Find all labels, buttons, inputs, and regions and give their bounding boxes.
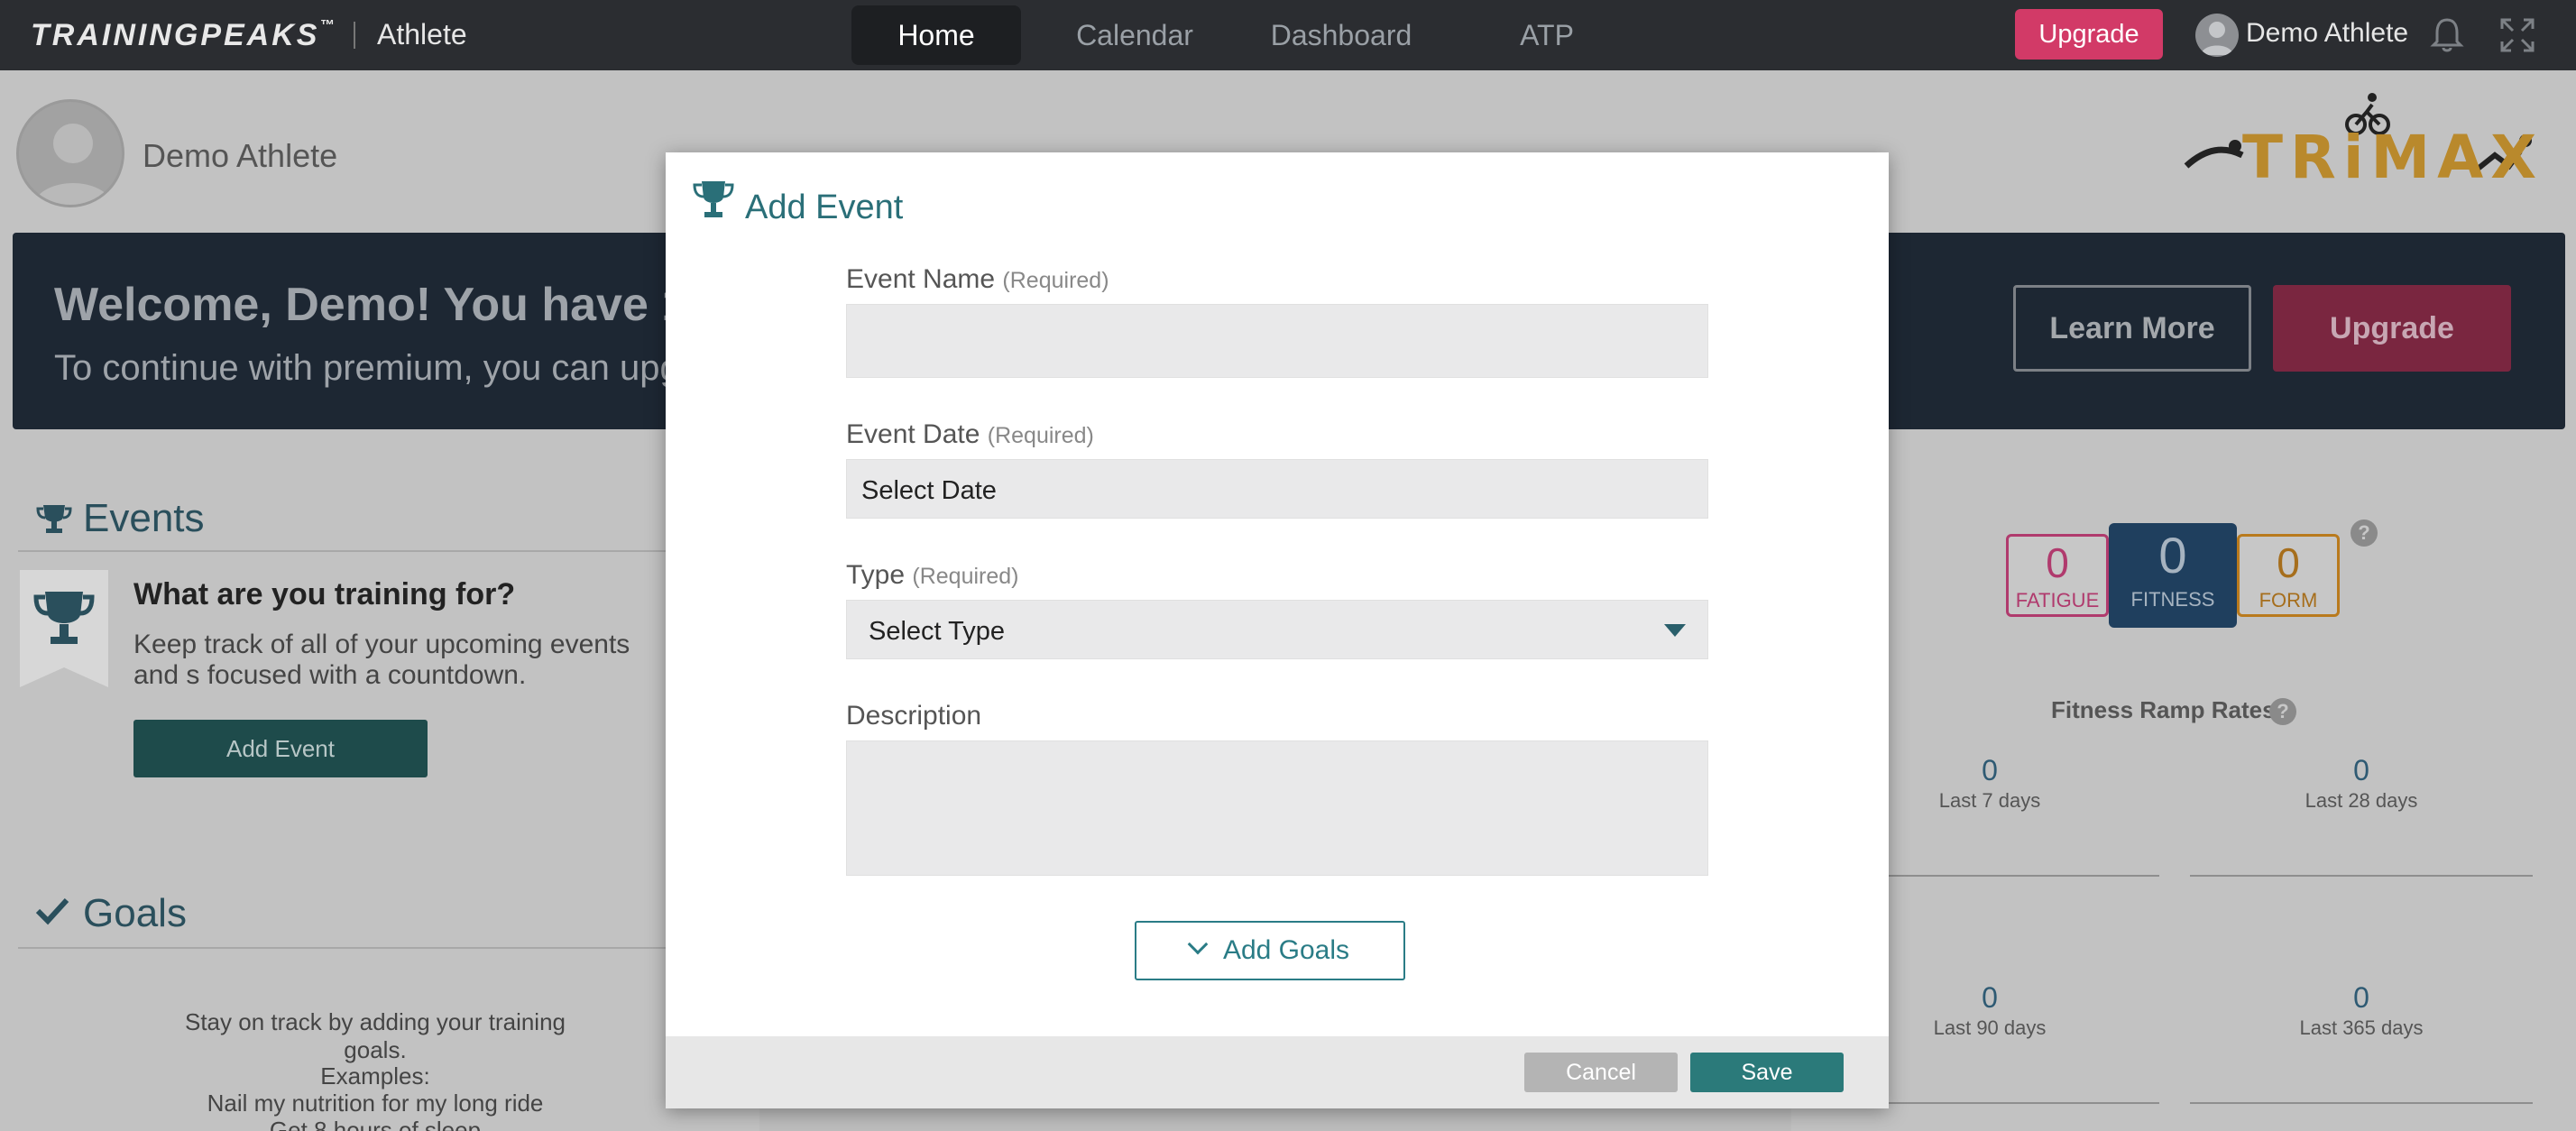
sponsor-logo-text: TRiMAX [2242,123,2544,192]
upgrade-button[interactable]: Upgrade [2015,9,2163,60]
goals-divider [18,947,667,949]
form-value: 0 [2277,539,2300,586]
banner-upgrade-button[interactable]: Upgrade [2273,285,2511,372]
context-label: Athlete [377,18,467,51]
ramp-divider [2190,875,2533,877]
goals-intro: Stay on track by adding your training go… [184,1008,566,1063]
fatigue-value: 0 [2046,539,2069,586]
ramp-title: Fitness Ramp Rates [2051,696,2276,723]
fatigue-tile: 0 FATIGUE [2006,534,2109,617]
ramp-label: Last 28 days [2305,789,2418,812]
modal-title: Add Event [745,188,904,226]
ramp-365-days: 0 Last 365 days [2208,981,2515,1040]
ramp-divider [1889,875,2159,877]
event-name-input[interactable] [846,304,1708,378]
event-date-input[interactable]: Select Date [846,459,1708,519]
learn-more-button[interactable]: Learn More [2013,285,2251,372]
chevron-down-icon [1664,624,1686,637]
fitness-label: FITNESS [2130,588,2215,611]
goals-check-icon [34,895,70,932]
banner-subtitle: To continue with premium, you can upgrad [54,348,732,388]
type-label: Type (Required) [846,560,1019,590]
tab-atp[interactable]: ATP [1488,5,1605,65]
brand-logo[interactable]: TRAININGPEAKS™ [31,18,336,53]
top-nav: TRAININGPEAKS™ Athlete Home Calendar Das… [0,0,2576,70]
bell-icon[interactable] [2426,14,2468,56]
modal-footer: Cancel Save [666,1036,1889,1108]
tab-home[interactable]: Home [851,5,1021,65]
fatigue-label: FATIGUE [2015,589,2100,611]
avatar-icon[interactable] [2195,14,2239,57]
event-date-label: Event Date (Required) [846,419,1094,449]
profile-avatar[interactable] [16,99,124,207]
goals-example: Nail my nutrition for my long ride [207,1090,544,1117]
fullscreen-icon[interactable] [2497,14,2538,56]
ramp-help-icon[interactable]: ? [2269,698,2296,725]
event-name-label: Event Name (Required) [846,264,1109,294]
training-heading: What are you training for? [133,577,516,611]
ramp-value: 0 [2353,754,2369,786]
fitness-tile: 0 FITNESS [2109,523,2237,628]
form-label: FORM [2259,589,2318,611]
sponsor-logo: TRiMAX [2179,79,2558,192]
trophy-icon [691,178,736,227]
pmc-help-icon[interactable]: ? [2351,520,2378,547]
tab-dashboard[interactable]: Dashboard [1257,5,1425,65]
form-tile: 0 FORM [2237,534,2340,617]
add-event-modal: Add Event Event Name (Required) Event Da… [666,152,1889,1108]
type-select[interactable]: Select Type [846,600,1708,659]
goals-example: Get 8 hours of sleep [269,1117,482,1131]
training-card-trophy [20,570,108,687]
profile-name: Demo Athlete [143,137,338,174]
cancel-button[interactable]: Cancel [1524,1053,1678,1092]
goals-title: Goals [83,891,187,935]
save-button[interactable]: Save [1690,1053,1844,1092]
events-divider [18,550,667,552]
fitness-value: 0 [2158,527,2187,584]
ramp-value: 0 [2353,981,2369,1014]
goals-examples-label: Examples: [320,1062,430,1090]
tab-calendar[interactable]: Calendar [1052,5,1218,65]
description-label: Description [846,701,982,731]
logo-divider [354,22,355,49]
banner-title: Welcome, Demo! You have 14 [54,279,714,331]
ramp-28-days: 0 Last 28 days [2208,754,2515,813]
ramp-divider [1889,1102,2159,1104]
add-goals-button[interactable]: Add Goals [1135,921,1405,980]
training-text: Keep track of all of your upcoming event… [133,630,630,690]
user-menu[interactable]: Demo Athlete [2246,18,2408,49]
events-title: Events [83,496,205,540]
ramp-divider [2190,1102,2533,1104]
description-textarea[interactable] [846,740,1708,876]
events-trophy-icon [34,501,74,542]
add-event-button[interactable]: Add Event [133,720,428,777]
ramp-label: Last 365 days [2299,1016,2424,1039]
chevron-down-icon [1187,933,1209,955]
